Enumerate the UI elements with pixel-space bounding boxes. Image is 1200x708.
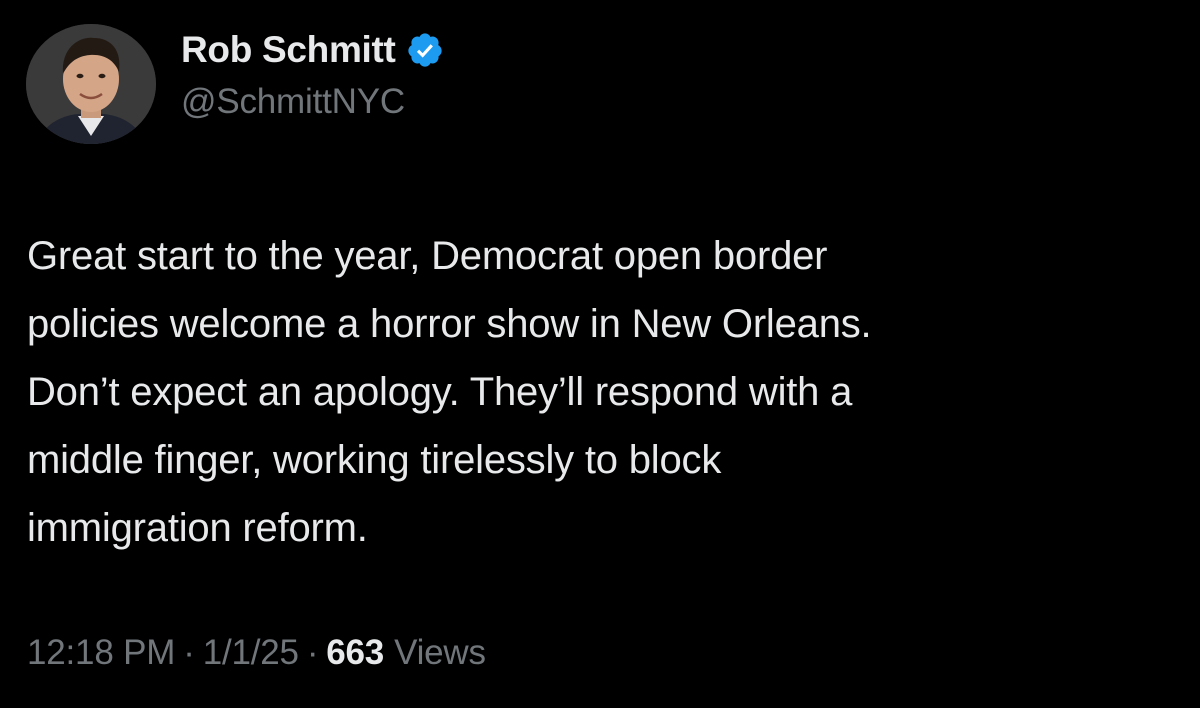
avatar-portrait-icon: [26, 24, 156, 144]
author-handle[interactable]: @SchmittNYC: [181, 82, 405, 122]
meta-separator: ·: [183, 633, 195, 672]
views-label[interactable]: Views: [394, 633, 486, 673]
meta-separator: ·: [306, 633, 319, 672]
tweet-card: Rob Schmitt @SchmittNYC Great start to t…: [0, 0, 1200, 708]
verified-badge-icon[interactable]: [406, 31, 444, 69]
tweet-text: Great start to the year, Democrat open b…: [27, 234, 872, 550]
author-display-name[interactable]: Rob Schmitt: [181, 29, 396, 71]
tweet-time[interactable]: 12:18 PM: [27, 633, 175, 673]
tweet-meta: 12:18 PM · 1/1/25 · 663 Views: [27, 633, 486, 673]
views-count[interactable]: 663: [326, 633, 384, 673]
tweet-date[interactable]: 1/1/25: [203, 633, 299, 673]
author-name-row: Rob Schmitt: [181, 26, 444, 74]
avatar[interactable]: [26, 24, 156, 144]
